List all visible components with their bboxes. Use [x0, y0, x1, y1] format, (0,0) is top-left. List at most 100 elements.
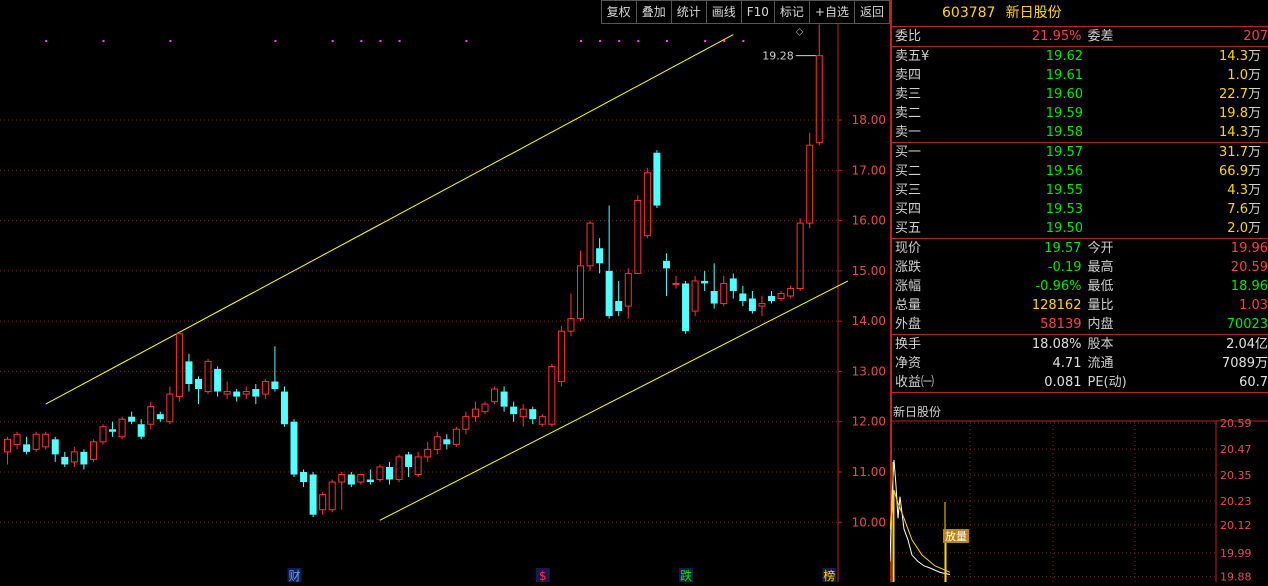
toolbar-button-1[interactable]: 叠加 [635, 0, 672, 24]
toolbar-button-5[interactable]: 标记 [773, 0, 810, 24]
quote-row: 外盘 58139 内盘 70023 [892, 315, 1268, 334]
intraday-price-line [889, 459, 951, 576]
buy-volume-value: 66.9 [1219, 164, 1248, 179]
candle [51, 436, 59, 462]
candle [118, 416, 126, 440]
quote-value: 20.59 [1230, 260, 1268, 275]
candle [682, 280, 690, 334]
candle [89, 439, 97, 462]
candle [653, 150, 661, 209]
sell-volume-value: 1.0 [1227, 68, 1248, 83]
candle [538, 414, 546, 427]
event-marker[interactable]: $ [535, 568, 550, 582]
toolbar-button-0[interactable]: 复权 [600, 0, 637, 24]
candle [519, 404, 527, 427]
svg-text:跌: 跌 [680, 568, 692, 582]
candle [567, 293, 575, 337]
toolbar-button-3[interactable]: 画线 [705, 0, 742, 24]
candle [748, 290, 756, 314]
candle [70, 446, 78, 467]
buy-level-label: 买三 [895, 183, 922, 198]
y-tick-label: 17.00 [852, 163, 886, 177]
quote-label: 今开 [1087, 241, 1114, 256]
sell-volume-value: 22.7 [1219, 87, 1248, 102]
candle [577, 250, 584, 322]
candle [185, 353, 193, 392]
quote-value: 19.96 [1230, 241, 1268, 256]
candle [615, 280, 623, 317]
candle [768, 290, 775, 304]
candle [300, 469, 308, 488]
finance-label: 换手 [895, 337, 922, 352]
candle [261, 378, 269, 400]
svg-text:榜: 榜 [823, 568, 835, 582]
quote-row: 涨幅 -0.96% 最低 18.96 [892, 277, 1268, 296]
signal-dot [580, 40, 582, 42]
buy-level-label: 买一 [895, 145, 922, 160]
finance-label: 收益㈠ [895, 375, 935, 390]
buy-volume-value: 2.0 [1227, 221, 1248, 236]
quote-row: 现价 19.57 今开 19.96 [892, 239, 1268, 258]
sell-order-row: 卖三 19.60 22.7万 [892, 85, 1268, 104]
quote-label: 最高 [1087, 260, 1114, 275]
candle [4, 436, 11, 465]
last-price-label: 19.28 ◇ [762, 27, 816, 63]
kline-chart[interactable]: 18.00 17.00 16.00 15.00 14.00 13.00 12.00 11.00… [0, 0, 890, 582]
buy-volume: 4.3万 [1083, 181, 1261, 200]
candle [195, 376, 202, 405]
event-marker[interactable]: 跌 [679, 568, 694, 582]
quote-value: 70023 [1226, 317, 1268, 332]
quote-value: -0.96% [1035, 279, 1082, 294]
buy-order-row: 买三 19.55 4.3万 [892, 181, 1268, 200]
candle [376, 464, 384, 483]
candle [109, 421, 117, 437]
candle [252, 384, 260, 405]
sell-order-row: 卖二 19.59 19.8万 [892, 104, 1268, 123]
buy-order-row: 买一 19.57 31.7万 [892, 143, 1268, 162]
lower-channel-line[interactable] [379, 280, 849, 521]
signal-dot [637, 40, 640, 42]
candle [166, 386, 174, 425]
toolbar-button-4[interactable]: F10 [740, 0, 775, 24]
toolbar-button-6[interactable]: +自选 [808, 0, 855, 24]
volume-unit: 万 [1247, 183, 1261, 198]
candle [787, 285, 795, 299]
mini-y-label: 19.88 [1220, 571, 1252, 582]
buy-volume: 31.7万 [1083, 143, 1261, 162]
sell-volume: 14.3万 [1083, 47, 1261, 66]
toolbar-button-7[interactable]: 返回 [853, 0, 890, 24]
signal-dot [704, 40, 707, 42]
candle [510, 401, 518, 422]
candle [815, 24, 823, 146]
y-tick-label: 16.00 [852, 214, 886, 228]
event-marker[interactable]: 财 [287, 568, 302, 582]
y-tick-label: 11.00 [852, 465, 886, 479]
buy-volume: 7.6万 [1083, 200, 1261, 219]
buy-volume: 66.9万 [1083, 162, 1261, 181]
quote-stats: 现价 19.57 今开 19.96 涨跌 -0.19 最高 20.59 涨幅 -0.96% 最低 18… [892, 239, 1268, 335]
sell-volume-value: 19.8 [1219, 106, 1248, 121]
sell-level-label: 卖四 [895, 68, 922, 83]
toolbar-button-2[interactable]: 统计 [670, 0, 707, 24]
intraday-mini-chart[interactable]: 新日股份 20.59 20.47 20.35 20.23 20.12 19.99 19.88… [889, 403, 1268, 584]
candle [99, 424, 107, 445]
candle [32, 431, 40, 452]
candle [624, 268, 632, 319]
upper-channel-line[interactable] [45, 34, 734, 405]
event-marker[interactable]: 榜 [822, 568, 837, 582]
mini-y-label: 20.12 [1220, 519, 1252, 532]
candle [481, 401, 489, 415]
candle [137, 419, 145, 440]
buy-volume-value: 7.6 [1227, 202, 1248, 217]
svg-text:财: 财 [288, 569, 300, 582]
candle [462, 411, 470, 435]
volume-unit: 万 [1247, 164, 1261, 179]
quote-value: 1.03 [1239, 298, 1268, 313]
y-tick-label: 12.00 [852, 415, 886, 429]
candle [42, 431, 50, 450]
candle [701, 270, 709, 291]
signal-dot [274, 40, 277, 42]
candle [806, 132, 814, 229]
sell-price: 19.61 [1045, 68, 1083, 83]
weibi-value: 21.95% [1031, 29, 1082, 44]
